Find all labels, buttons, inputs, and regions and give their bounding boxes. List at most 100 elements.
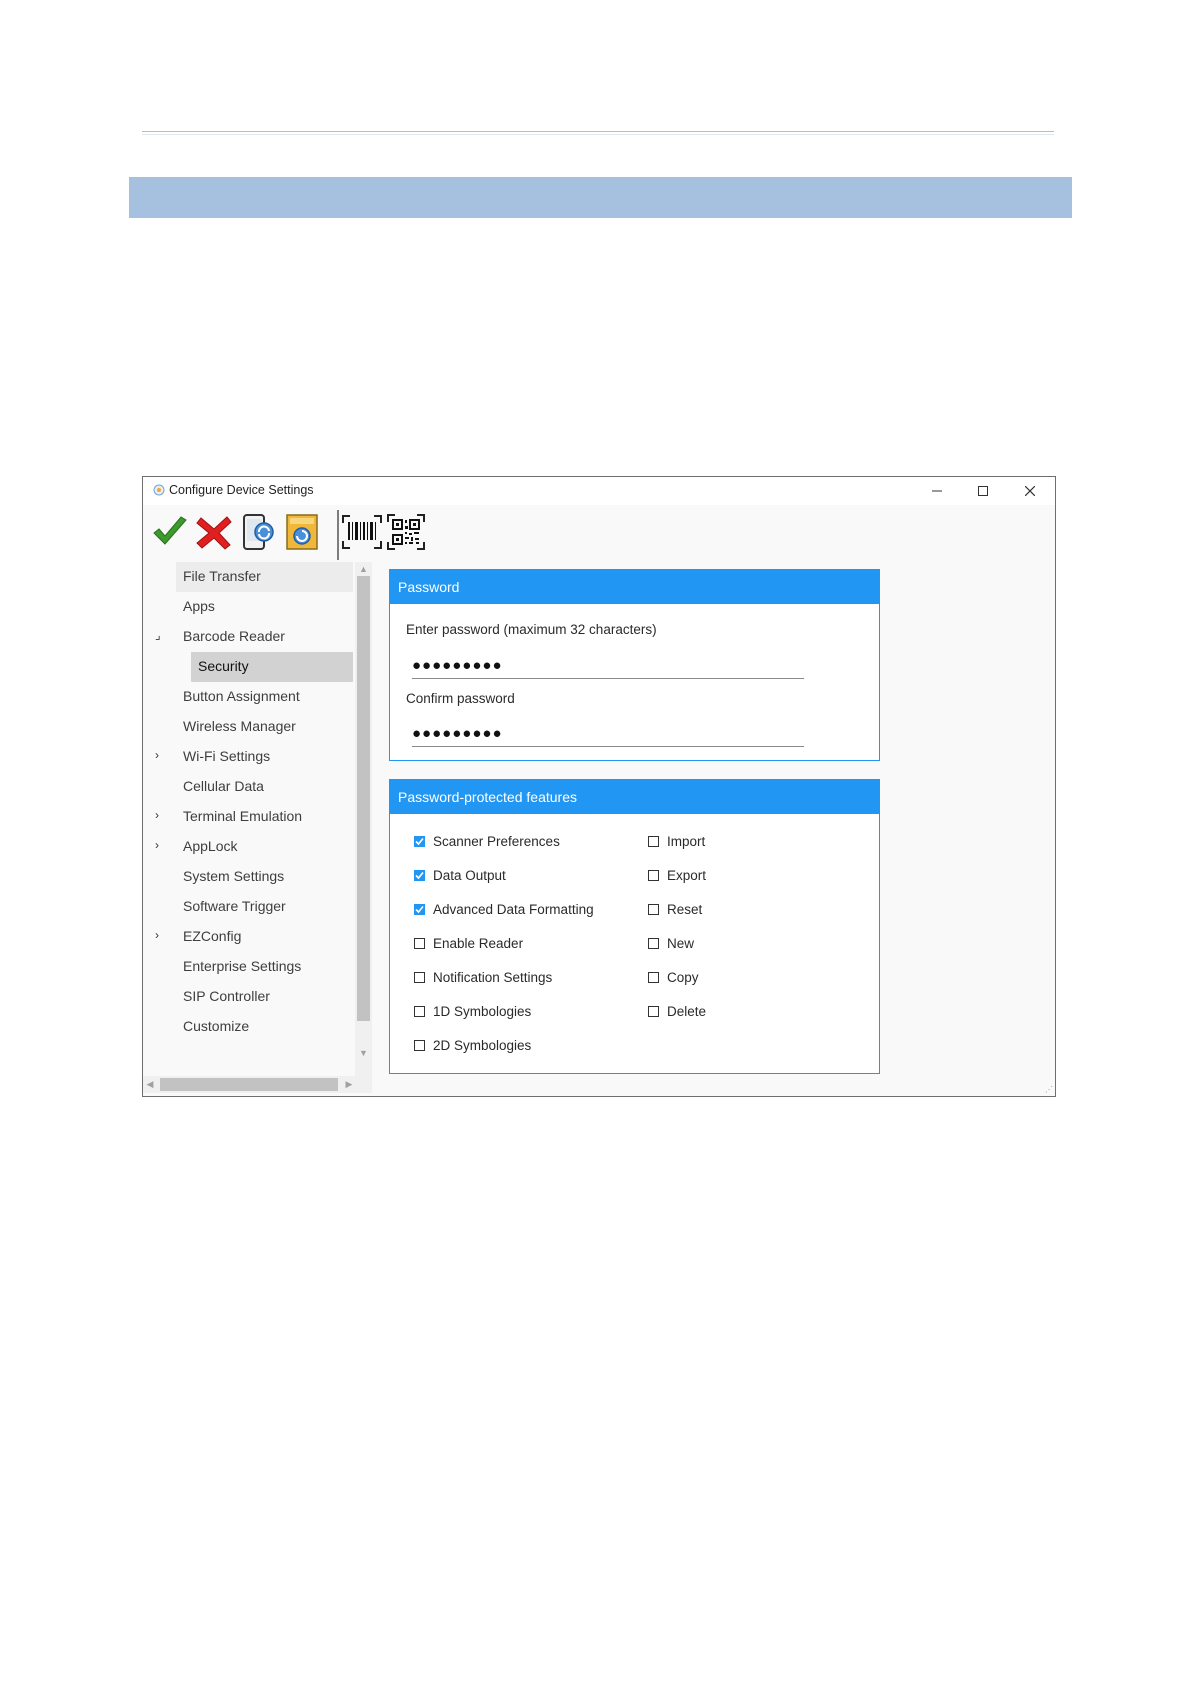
nav-item-software-trigger[interactable]: Software Trigger — [143, 892, 353, 922]
minimize-icon — [932, 490, 942, 492]
nav-item-applock[interactable]: › AppLock — [143, 832, 353, 862]
checkbox-icon[interactable] — [414, 1040, 425, 1051]
minimize-button[interactable] — [914, 477, 960, 505]
nav-item-cellular-data[interactable]: Cellular Data — [143, 772, 353, 802]
nav-item-label: Enterprise Settings — [183, 958, 302, 974]
nav-item-wi-fi-settings[interactable]: › Wi-Fi Settings — [143, 742, 353, 772]
app-icon — [153, 484, 165, 496]
nav-item-label: Barcode Reader — [183, 628, 285, 644]
feature-delete[interactable]: Delete — [648, 1004, 706, 1019]
checkbox-icon[interactable] — [648, 904, 659, 915]
apply-button[interactable] — [149, 510, 191, 554]
expand-arrow-icon[interactable]: › — [155, 928, 159, 942]
scroll-left-icon[interactable]: ◀ — [143, 1076, 157, 1093]
nav-item-customize[interactable]: Customize — [143, 1012, 353, 1042]
restore-button[interactable] — [281, 510, 323, 554]
nav-item-terminal-emulation[interactable]: › Terminal Emulation — [143, 802, 353, 832]
maximize-icon — [978, 486, 988, 496]
nav-item-label: Software Trigger — [183, 898, 286, 914]
nav-item-button-assignment[interactable]: Button Assignment — [143, 682, 353, 712]
nav-horizontal-scrollbar[interactable]: ◀ ▶ — [143, 1076, 372, 1093]
expand-arrow-icon[interactable]: › — [155, 808, 159, 822]
feature-import[interactable]: Import — [648, 834, 705, 849]
refresh-device-button[interactable] — [237, 510, 279, 554]
qr-code-icon — [387, 514, 425, 550]
section-heading-bar — [129, 177, 1072, 218]
expand-arrow-icon[interactable]: › — [155, 748, 159, 762]
toolbar-separator — [337, 510, 339, 560]
checkbox-icon[interactable] — [414, 938, 425, 949]
nav-item-apps[interactable]: Apps — [143, 592, 353, 622]
feature-label: Scanner Preferences — [433, 834, 560, 849]
feature-1d-symbologies[interactable]: 1D Symbologies — [414, 1004, 531, 1019]
checkbox-icon[interactable] — [648, 870, 659, 881]
confirm-password-field[interactable]: ●●●●●●●●● — [412, 722, 804, 747]
green-check-icon — [153, 516, 187, 545]
close-button[interactable] — [1007, 477, 1053, 505]
nav-item-sip-controller[interactable]: SIP Controller — [143, 982, 353, 1012]
feature-scanner-preferences[interactable]: Scanner Preferences — [414, 834, 560, 849]
feature-label: 2D Symbologies — [433, 1038, 532, 1053]
close-icon — [1025, 486, 1035, 496]
feature-label: Data Output — [433, 868, 506, 883]
checkbox-icon[interactable] — [414, 1006, 425, 1017]
horizontal-scroll-thumb[interactable] — [160, 1078, 338, 1091]
feature-data-output[interactable]: Data Output — [414, 868, 506, 883]
feature-enable-reader[interactable]: Enable Reader — [414, 936, 523, 951]
feature-copy[interactable]: Copy — [648, 970, 699, 985]
scroll-right-icon[interactable]: ▶ — [342, 1076, 356, 1093]
vertical-scroll-thumb[interactable] — [357, 576, 370, 1021]
checkbox-checked-icon[interactable] — [414, 836, 425, 847]
nav-item-security[interactable]: Security — [191, 652, 353, 682]
feature-advanced-data-formatting[interactable]: Advanced Data Formatting — [414, 902, 594, 917]
nav-item-system-settings[interactable]: System Settings — [143, 862, 353, 892]
feature-new[interactable]: New — [648, 936, 694, 951]
maximize-button[interactable] — [960, 477, 1006, 505]
scroll-up-icon[interactable]: ▲ — [355, 562, 372, 576]
nav-item-label: Customize — [183, 1018, 250, 1034]
checkbox-icon[interactable] — [648, 972, 659, 983]
nav-vertical-scrollbar[interactable]: ▲ ▼ — [355, 562, 372, 1076]
password-panel: Password Enter password (maximum 32 char… — [389, 569, 880, 761]
resize-grip-icon[interactable]: ⋰ — [1045, 1085, 1053, 1094]
feature-export[interactable]: Export — [648, 868, 706, 883]
collapse-arrow-icon[interactable]: ⌟ — [155, 628, 161, 642]
nav-item-barcode-reader[interactable]: ⌟ Barcode Reader — [143, 622, 353, 652]
checkbox-icon[interactable] — [648, 1006, 659, 1017]
barcode-icon — [342, 515, 382, 549]
nav-item-enterprise-settings[interactable]: Enterprise Settings — [143, 952, 353, 982]
nav-item-ezconfig[interactable]: › EZConfig — [143, 922, 353, 952]
password-panel-title: Password — [390, 570, 879, 604]
nav-item-label: Wi-Fi Settings — [183, 748, 271, 764]
feature-2d-symbologies[interactable]: 2D Symbologies — [414, 1038, 531, 1053]
title-bar: Configure Device Settings — [143, 477, 1055, 505]
checkbox-checked-icon[interactable] — [414, 904, 425, 915]
feature-notification-settings[interactable]: Notification Settings — [414, 970, 552, 985]
cancel-button[interactable] — [193, 510, 235, 554]
checkbox-icon[interactable] — [648, 836, 659, 847]
enter-password-label: Enter password (maximum 32 characters) — [406, 622, 657, 637]
nav-item-label: Button Assignment — [183, 688, 300, 704]
feature-reset[interactable]: Reset — [648, 902, 702, 917]
enter-password-field[interactable]: ●●●●●●●●● — [412, 654, 804, 679]
checkbox-icon[interactable] — [414, 972, 425, 983]
qr-code-button[interactable] — [385, 510, 427, 554]
scroll-down-icon[interactable]: ▼ — [355, 1046, 372, 1060]
device-refresh-icon — [243, 514, 274, 550]
protected-features-panel: Password-protected features Scanner Pref… — [389, 779, 880, 1074]
protected-features-title: Password-protected features — [390, 780, 879, 814]
checkbox-icon[interactable] — [648, 938, 659, 949]
nav-item-label: Apps — [183, 598, 215, 614]
nav-item-wireless-manager[interactable]: Wireless Manager — [143, 712, 353, 742]
expand-arrow-icon[interactable]: › — [155, 838, 159, 852]
window-title: Configure Device Settings — [169, 483, 314, 497]
barcode-button[interactable] — [341, 510, 383, 554]
configure-device-settings-window: Configure Device Settings File Transfer … — [142, 476, 1056, 1097]
nav-item-file-transfer[interactable]: File Transfer — [176, 562, 353, 592]
feature-label: Copy — [667, 970, 699, 985]
checkbox-checked-icon[interactable] — [414, 870, 425, 881]
nav-item-label: Security — [198, 658, 249, 674]
nav-item-label: SIP Controller — [183, 988, 270, 1004]
feature-label: Import — [667, 834, 706, 849]
feature-label: New — [667, 936, 695, 951]
